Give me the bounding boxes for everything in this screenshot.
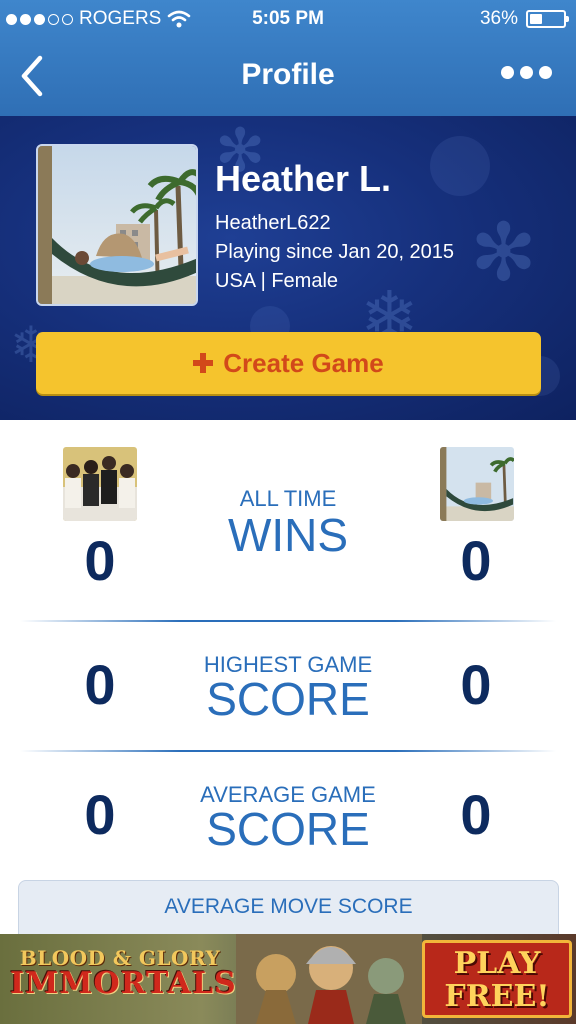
profile-header: ✻ ❄ ✻ ❄ Heather L. HeatherL622 Playing s… <box>0 116 576 420</box>
stat-row-highest-score: HIGHEST GAME SCORE 0 0 <box>0 622 576 750</box>
stat-value-left: 0 <box>84 529 116 592</box>
ad-banner[interactable]: BLOOD & GLORY IMMORTALS PLAY FREE! <box>0 934 576 1024</box>
opponent-avatar[interactable] <box>63 447 137 521</box>
profile-username: HeatherL622 <box>215 212 331 234</box>
status-bar: ROGERS 5:05 PM 36% <box>0 0 576 38</box>
hammock-photo <box>38 146 196 304</box>
stat-value-left: 0 <box>84 653 116 716</box>
ad-warriors-art <box>236 934 422 1024</box>
stat-label-big: SCORE <box>206 803 370 855</box>
profile-since: Playing since Jan 20, 2015 <box>215 241 455 263</box>
stat-value-right: 0 <box>460 783 492 846</box>
create-game-button[interactable]: Create Game <box>36 332 541 394</box>
hammock-photo <box>440 447 514 521</box>
nav-bar: Profile <box>0 38 576 116</box>
ad-game-logo: BLOOD & GLORY IMMORTALS <box>10 946 237 1001</box>
more-options-button[interactable] <box>501 66 552 79</box>
more-horizontal-icon <box>501 66 514 79</box>
profile-avatar[interactable] <box>36 144 198 306</box>
page-title: Profile <box>241 58 335 91</box>
stat-value-right: 0 <box>460 529 492 592</box>
stat-row-average-score: AVERAGE GAME SCORE 0 0 <box>0 752 576 880</box>
ad-play-free-button[interactable]: PLAY FREE! <box>422 940 572 1018</box>
create-game-label: Create Game <box>223 347 384 378</box>
stat-value-left: 0 <box>84 783 116 846</box>
ad-title-line2: IMMORTALS <box>10 966 237 1001</box>
profile-location-gender: USA | Female <box>215 270 339 292</box>
stat-label-big: SCORE <box>206 673 370 725</box>
top-bar: ROGERS 5:05 PM 36% Profile <box>0 0 576 116</box>
my-avatar[interactable] <box>440 447 514 521</box>
ad-cta-line1: PLAY <box>453 946 541 981</box>
profile-name: Heather L. <box>215 158 392 199</box>
ad-cta-line2: FREE! <box>444 979 550 1014</box>
stat-value-right: 0 <box>460 653 492 716</box>
group-photo <box>63 447 137 521</box>
snowflake-decoration-icon: ✻ <box>470 208 538 297</box>
average-move-score-label: AVERAGE MOVE SCORE <box>164 895 413 918</box>
stat-label-big: WINS <box>227 509 349 561</box>
average-move-score-header: AVERAGE MOVE SCORE <box>18 880 559 940</box>
stat-row-wins: ALL TIME WINS 0 0 <box>0 420 576 620</box>
battery-fill <box>530 14 542 24</box>
battery-percent: 36% <box>479 8 518 29</box>
battery-icon <box>526 10 569 28</box>
plus-icon <box>193 353 214 373</box>
